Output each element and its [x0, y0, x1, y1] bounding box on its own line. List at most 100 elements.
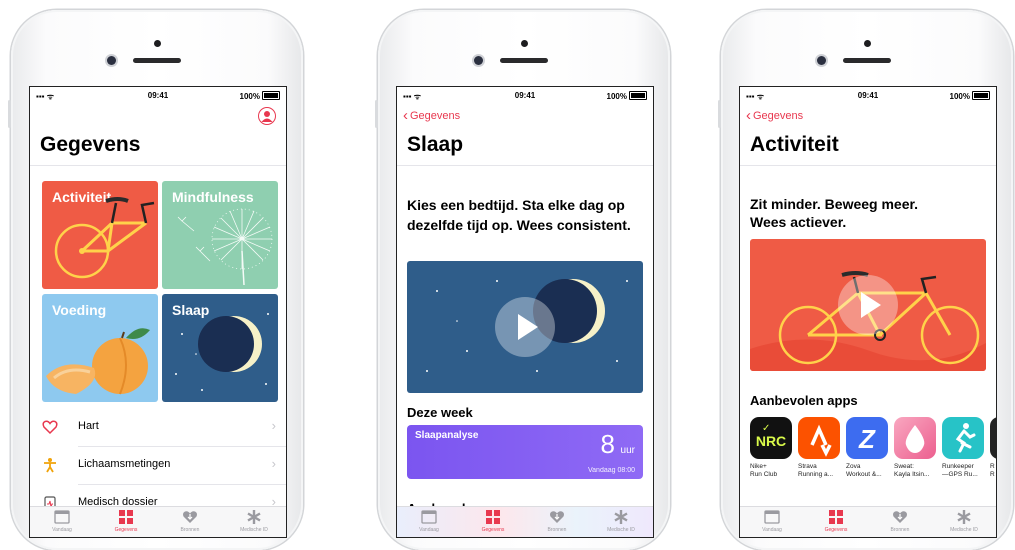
app-runkeeper[interactable]: Runkeeper —GPS Ru... — [942, 417, 984, 479]
play-button[interactable] — [838, 275, 898, 335]
back-label: Gegevens — [753, 110, 804, 122]
chevron-left-icon: ‹ — [746, 107, 751, 124]
headline: Kies een bedtijd. Sta elke dag op dezelf… — [407, 197, 631, 233]
slaapanalyse-card[interactable]: Slaapanalyse 8 uur Vandaag 08:00 — [407, 425, 643, 479]
peach-icon — [46, 328, 150, 395]
status-bar: ▪▪▪ ᯤ 09:41 100% — [397, 89, 653, 103]
screen-gegevens: ▪▪▪ ᯤ 09:41 100% Gegevens Activiteit Min… — [29, 86, 287, 538]
card-value: 8 — [600, 429, 615, 459]
chevron-right-icon: › — [271, 456, 276, 471]
back-button[interactable]: ‹ Gegevens — [746, 107, 803, 124]
app-name: Sweat: Kayla Itsin... — [894, 463, 930, 478]
front-camera — [107, 56, 116, 65]
tab-medische-id[interactable]: Medische ID — [222, 510, 286, 533]
person-icon — [44, 458, 56, 473]
battery-icon: 100% — [240, 91, 280, 101]
tab-label: Vandaag — [419, 527, 439, 533]
app-name: R R — [990, 463, 995, 478]
app-partial-icon — [990, 417, 996, 459]
headline: Zit minder. Beweeg meer. Wees actiever. — [750, 196, 919, 230]
list-row-hart[interactable]: Hart › — [30, 409, 286, 447]
heart-download-icon — [893, 511, 907, 523]
phone-frame-1: ▪▪▪ ᯤ 09:41 100% Gegevens Activiteit Min… — [8, 10, 303, 550]
tab-vandaag[interactable]: Vandaag — [397, 510, 461, 533]
video-thumbnail[interactable] — [407, 261, 643, 393]
app-strava[interactable]: Strava Running a... — [798, 417, 840, 479]
side-button — [718, 100, 721, 128]
front-camera — [817, 56, 826, 65]
app-row: NRC ✓ Nike+ Run Club Strava Running a...… — [750, 417, 996, 487]
list-label: Hart — [78, 420, 99, 432]
tab-label: Vandaag — [52, 527, 72, 533]
tab-bronnen[interactable]: Bronnen — [868, 510, 932, 533]
app-partial[interactable]: R R — [990, 417, 996, 479]
camera-dot — [864, 40, 871, 47]
chevron-right-icon: › — [271, 418, 276, 433]
tab-vandaag[interactable]: Vandaag — [30, 510, 94, 533]
earpiece-speaker — [843, 58, 891, 63]
app-name: Nike+ Run Club — [750, 463, 778, 478]
title-divider — [30, 165, 286, 166]
tab-medische-id[interactable]: Medische ID — [589, 510, 653, 533]
back-label: Gegevens — [410, 110, 461, 122]
app-glyph: Z — [859, 424, 875, 454]
calendar-icon — [421, 510, 437, 524]
tab-label: Medische ID — [607, 527, 635, 533]
app-zova[interactable]: Z Zova Workout &... — [846, 417, 888, 479]
tab-bronnen[interactable]: Bronnen — [158, 510, 222, 533]
tab-medische-id[interactable]: Medische ID — [932, 510, 996, 533]
tab-gegevens[interactable]: Gegevens — [461, 510, 525, 533]
page-title: Activiteit — [750, 133, 839, 156]
tab-vandaag[interactable]: Vandaag — [740, 510, 804, 533]
profile-button[interactable] — [258, 107, 276, 125]
back-button[interactable]: ‹ Gegevens — [403, 107, 460, 124]
tab-label: Bronnen — [890, 527, 910, 533]
title-divider — [397, 165, 653, 166]
front-camera — [474, 56, 483, 65]
tab-bronnen[interactable]: Bronnen — [525, 510, 589, 533]
runner-icon — [942, 417, 984, 459]
grid-icon — [486, 510, 500, 524]
battery-icon: 100% — [950, 91, 990, 101]
phone-frame-2: ▪▪▪ ᯤ 09:41 100% ‹ Gegevens Slaap Kies ee… — [375, 10, 670, 550]
tile-mindfulness[interactable]: Mindfulness — [162, 181, 278, 289]
sweat-icon — [894, 417, 936, 459]
chevron-left-icon: ‹ — [403, 107, 408, 124]
tab-gegevens[interactable]: Gegevens — [804, 510, 868, 533]
tab-label: Vandaag — [762, 527, 782, 533]
zova-icon: Z — [846, 417, 888, 459]
phone-frame-3: ▪▪▪ ᯤ 09:41 100% ‹ Gegevens Activiteit Zi… — [718, 10, 1013, 550]
asterisk-icon — [957, 510, 971, 524]
tile-activiteit[interactable]: Activiteit — [42, 181, 158, 289]
side-button — [8, 100, 11, 128]
video-thumbnail[interactable] — [750, 239, 986, 371]
camera-dot — [521, 40, 528, 47]
camera-dot — [154, 40, 161, 47]
calendar-icon — [54, 510, 70, 524]
tab-bar: Vandaag Gegevens Bronnen Medische ID — [30, 506, 286, 537]
dandelion-icon — [177, 208, 273, 286]
card-title: Slaapanalyse — [415, 430, 479, 441]
bicycle-icon — [54, 197, 155, 279]
status-bar: ▪▪▪ ᯤ 09:41 100% — [740, 89, 996, 103]
app-nike-run-club[interactable]: NRC ✓ Nike+ Run Club — [750, 417, 792, 479]
earpiece-speaker — [133, 58, 181, 63]
status-bar: ▪▪▪ ᯤ 09:41 100% — [30, 89, 286, 103]
tab-label: Gegevens — [114, 527, 138, 533]
tile-voeding[interactable]: Voeding — [42, 294, 158, 402]
tab-label: Bronnen — [180, 527, 200, 533]
tile-slaap[interactable]: Slaap — [162, 294, 278, 402]
app-sweat[interactable]: Sweat: Kayla Itsin... — [894, 417, 936, 479]
list-label: Lichaamsmetingen — [78, 458, 171, 470]
tab-gegevens[interactable]: Gegevens — [94, 510, 158, 533]
earpiece-speaker — [500, 58, 548, 63]
card-date: Vandaag 08:00 — [588, 467, 635, 474]
nrc-icon: NRC ✓ — [750, 417, 792, 459]
list-row-lichaamsmetingen[interactable]: Lichaamsmetingen › — [30, 447, 286, 485]
tab-label: Gegevens — [481, 527, 505, 533]
play-button[interactable] — [495, 297, 555, 357]
tab-bar: Vandaag Gegevens Bronnen Medische ID — [740, 506, 996, 537]
heart-download-icon — [550, 511, 564, 523]
title-divider — [740, 165, 996, 166]
grid-icon — [119, 510, 133, 524]
